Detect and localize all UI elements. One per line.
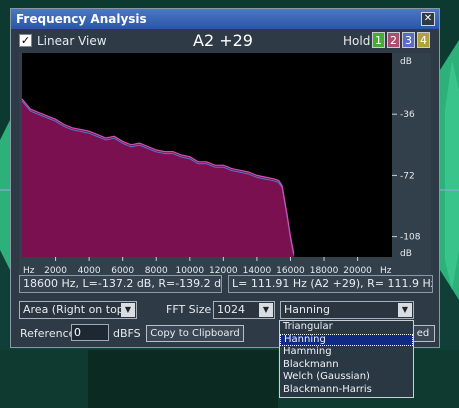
window-function-value: Hanning bbox=[284, 303, 330, 316]
dropdown-option[interactable]: Blackmann bbox=[280, 359, 413, 372]
spectrum-chart[interactable]: 2000 4000 6000 8000 10000 12000 14000 16000 1800… bbox=[19, 53, 431, 279]
cursor-readout: 18600 Hz, L=-137.2 dB, R=-139.2 dB bbox=[19, 275, 222, 293]
frequency-analysis-window: Frequency Analysis ✕ ✓ Linear View A2 +2… bbox=[10, 8, 440, 348]
detected-note: A2 +29 bbox=[193, 31, 253, 50]
hold-button-4[interactable]: 4 bbox=[417, 32, 430, 48]
y-unit-label-bottom: dB bbox=[400, 249, 412, 259]
dropdown-option[interactable]: Hanning bbox=[280, 333, 413, 347]
y-tick-label: -36 bbox=[400, 110, 415, 120]
peak-readout: L= 111.91 Hz (A2 +29), R= 111.9 Hz (A2 bbox=[228, 275, 433, 293]
close-button[interactable]: ed bbox=[411, 325, 435, 342]
linear-view-checkbox[interactable]: ✓ bbox=[19, 34, 32, 47]
window-function-select[interactable]: Hanning ▼ bbox=[280, 301, 414, 319]
chevron-down-icon: ▼ bbox=[259, 303, 273, 317]
fft-size-select[interactable]: 1024 ▼ bbox=[213, 301, 275, 319]
hold-button-1[interactable]: 1 bbox=[372, 32, 385, 48]
y-unit-label-top: dB bbox=[400, 57, 412, 67]
toolbar: ✓ Linear View A2 +29 Hold 1 2 3 4 bbox=[11, 29, 439, 53]
window-titlebar[interactable]: Frequency Analysis ✕ bbox=[11, 9, 439, 29]
y-tick-label: -72 bbox=[400, 171, 415, 181]
window-title: Frequency Analysis bbox=[16, 12, 147, 26]
hold-button-2[interactable]: 2 bbox=[387, 32, 400, 48]
dropdown-option[interactable]: Blackmann-Harris bbox=[280, 384, 413, 397]
fft-size-value: 1024 bbox=[217, 303, 245, 316]
fft-size-label: FFT Size bbox=[166, 303, 212, 316]
dropdown-option[interactable]: Hamming bbox=[280, 346, 413, 359]
close-icon[interactable]: ✕ bbox=[421, 12, 435, 26]
window-function-dropdown: Triangular Hanning Hamming Blackmann Welch (… bbox=[279, 320, 414, 398]
display-mode-select[interactable]: Area (Right on top) ▼ bbox=[19, 301, 137, 319]
chevron-down-icon: ▼ bbox=[121, 303, 135, 317]
hold-label: Hold bbox=[343, 34, 371, 48]
dropdown-option[interactable]: Triangular bbox=[280, 321, 413, 334]
reference-unit: dBFS bbox=[113, 327, 141, 340]
y-tick-label: -108 bbox=[400, 233, 421, 243]
display-mode-value: Area (Right on top) bbox=[23, 303, 129, 316]
chevron-down-icon: ▼ bbox=[398, 303, 412, 317]
dropdown-option[interactable]: Welch (Gaussian) bbox=[280, 371, 413, 384]
hold-button-3[interactable]: 3 bbox=[402, 32, 415, 48]
reference-label: Reference bbox=[20, 327, 76, 340]
copy-to-clipboard-button[interactable]: Copy to Clipboard bbox=[146, 325, 244, 342]
linear-view-label: Linear View bbox=[37, 34, 107, 48]
reference-input[interactable]: 0 bbox=[71, 324, 109, 341]
